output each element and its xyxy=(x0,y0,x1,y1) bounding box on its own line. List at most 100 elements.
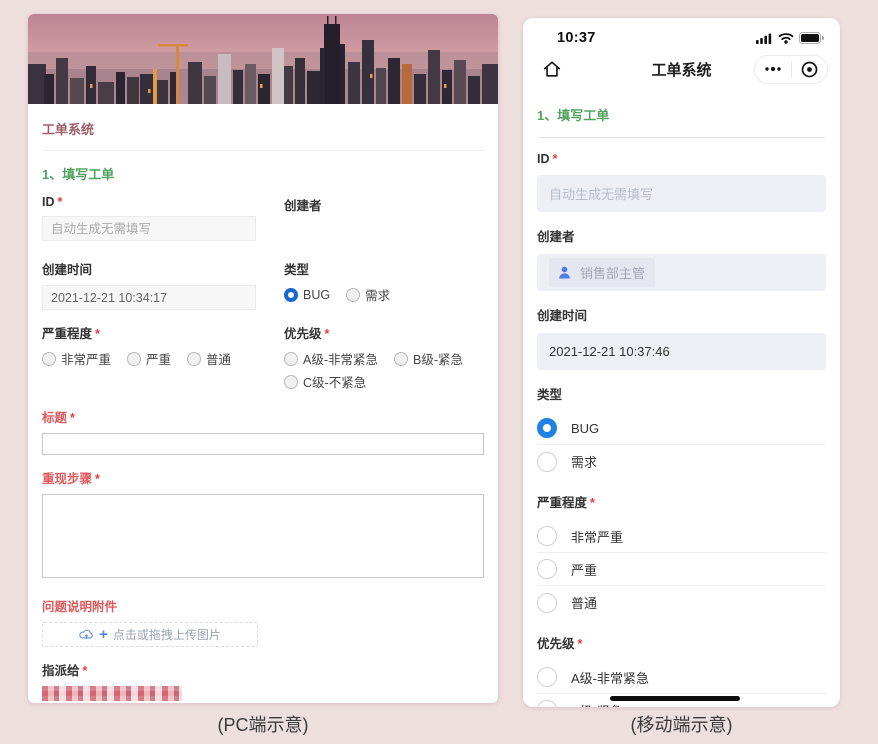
assignee-label: 指派给 * xyxy=(42,664,88,678)
mobile-section-title: 1、填写工单 xyxy=(537,92,826,138)
required-marker: * xyxy=(552,152,558,166)
type-label: 类型 xyxy=(537,388,563,402)
creator-input[interactable]: 销售部主管 xyxy=(537,254,826,291)
required-marker: * xyxy=(577,637,583,651)
plus-icon: + xyxy=(99,626,108,643)
pc-field-creator: 创建者 xyxy=(284,195,484,246)
assignee-redacted-value xyxy=(42,686,182,701)
pc-panel: 工单系统 1、填写工单 ID* 创建者 创建时间 类型 BUG 需求 xyxy=(28,14,498,703)
type-option-requirement[interactable]: 需求 xyxy=(537,445,826,478)
required-marker: * xyxy=(590,496,595,510)
severity-option-serious[interactable]: 严重 xyxy=(537,553,826,586)
home-icon xyxy=(543,61,561,77)
city-skyline-image xyxy=(28,14,498,104)
radio-icon xyxy=(537,700,557,707)
pc-section-title: 1、填写工单 xyxy=(42,167,115,182)
created-time-input[interactable]: 2021-12-21 10:37:46 xyxy=(537,333,826,370)
more-icon xyxy=(765,66,781,72)
severity-option-normal[interactable]: 普通 xyxy=(537,586,826,619)
radio-icon xyxy=(42,351,56,366)
creator-label: 创建者 xyxy=(284,199,322,213)
mobile-status-bar: 10:37 xyxy=(523,18,840,46)
required-marker: * xyxy=(70,411,75,425)
cloud-upload-icon xyxy=(79,629,93,640)
pc-field-priority: 优先级 * A级-非常紧急 B级-紧急 C级-不紧急 xyxy=(284,323,484,391)
creator-label: 创建者 xyxy=(537,230,575,244)
priority-option-b[interactable]: B级-紧急 xyxy=(394,349,463,368)
pc-field-id: ID * xyxy=(42,195,256,246)
capsule-close-button[interactable] xyxy=(794,55,824,83)
pc-caption: (PC端示意) xyxy=(217,715,309,735)
severity-option-normal[interactable]: 普通 xyxy=(187,349,231,368)
id-input[interactable]: 自动生成无需填写 xyxy=(537,175,826,212)
type-option-requirement[interactable]: 需求 xyxy=(346,285,390,304)
type-option-bug[interactable]: BUG xyxy=(284,285,330,304)
created-time-label: 创建时间 xyxy=(42,263,93,277)
radio-icon xyxy=(346,287,361,302)
more-button[interactable] xyxy=(758,55,788,83)
severity-option-serious[interactable]: 严重 xyxy=(127,349,171,368)
steps-textarea[interactable] xyxy=(42,494,484,578)
id-input[interactable] xyxy=(42,216,256,241)
creator-tag: 销售部主管 xyxy=(549,258,656,287)
pc-field-title: 标题 * xyxy=(42,407,484,455)
required-marker: * xyxy=(82,664,88,678)
created-time-label: 创建时间 xyxy=(537,309,588,323)
signal-icon xyxy=(756,33,772,44)
radio-selected-icon xyxy=(537,418,557,438)
pc-field-attachment: 问题说明附件 + 点击或拖拽上传图片 xyxy=(42,596,484,647)
steps-label: 重现步骤 * xyxy=(42,472,100,486)
priority-label: 优先级 * xyxy=(284,327,330,341)
battery-icon xyxy=(799,32,824,44)
required-marker: * xyxy=(324,327,330,341)
type-label: 类型 xyxy=(284,263,310,277)
mobile-nav-bar: 工单系统 xyxy=(523,46,840,92)
pc-field-created-time: 创建时间 xyxy=(42,259,256,310)
pc-field-severity: 严重程度 * 非常严重 严重 普通 xyxy=(42,323,256,391)
home-indicator xyxy=(610,696,740,701)
radio-icon xyxy=(284,351,298,366)
radio-icon xyxy=(537,451,557,472)
pc-field-type: 类型 BUG 需求 xyxy=(284,259,484,310)
severity-option-critical[interactable]: 非常严重 xyxy=(537,520,826,553)
creator-empty-value xyxy=(284,221,484,246)
priority-option-a[interactable]: A级-非常紧急 xyxy=(537,661,826,694)
home-button[interactable] xyxy=(535,52,569,86)
radio-icon xyxy=(537,526,557,546)
capsule-close-icon xyxy=(801,61,818,77)
status-time: 10:37 xyxy=(557,30,596,46)
upload-dropzone[interactable]: + 点击或拖拽上传图片 xyxy=(42,622,258,647)
priority-label: 优先级 * xyxy=(537,637,583,651)
created-time-input[interactable] xyxy=(42,285,256,310)
pc-app-title: 工单系统 xyxy=(42,104,484,151)
priority-option-c[interactable]: C级-不紧急 xyxy=(284,372,366,391)
type-option-bug[interactable]: BUG xyxy=(537,412,826,445)
title-label: 标题 * xyxy=(42,411,75,425)
id-label: ID * xyxy=(42,195,63,209)
radio-icon xyxy=(284,374,298,389)
mobile-caption: (移动端示意) xyxy=(630,715,733,735)
wifi-icon xyxy=(778,33,794,44)
required-marker: * xyxy=(57,195,63,209)
miniprogram-capsule xyxy=(754,54,828,84)
severity-label: 严重程度 * xyxy=(42,327,100,341)
severity-option-critical[interactable]: 非常严重 xyxy=(42,349,111,368)
pc-field-assignee: 指派给 * xyxy=(42,660,484,701)
radio-icon xyxy=(537,667,557,687)
radio-icon xyxy=(537,559,557,579)
person-icon xyxy=(559,266,570,279)
pc-field-steps: 重现步骤 * xyxy=(42,468,484,583)
radio-icon xyxy=(127,351,142,366)
id-label: ID * xyxy=(537,152,558,166)
priority-option-a[interactable]: A级-非常紧急 xyxy=(284,349,378,368)
attachment-label: 问题说明附件 xyxy=(42,600,118,614)
radio-icon xyxy=(394,351,409,366)
required-marker: * xyxy=(95,327,100,341)
radio-icon xyxy=(537,592,557,613)
severity-label: 严重程度 * xyxy=(537,496,595,510)
mobile-panel: 10:37 工单系统 1、填写工单 ID * 自动生成无需填写 创建者 销售部主… xyxy=(523,18,840,707)
title-input[interactable] xyxy=(42,433,484,455)
radio-icon xyxy=(187,351,202,366)
required-marker: * xyxy=(95,472,100,486)
capsule-divider xyxy=(790,61,792,77)
